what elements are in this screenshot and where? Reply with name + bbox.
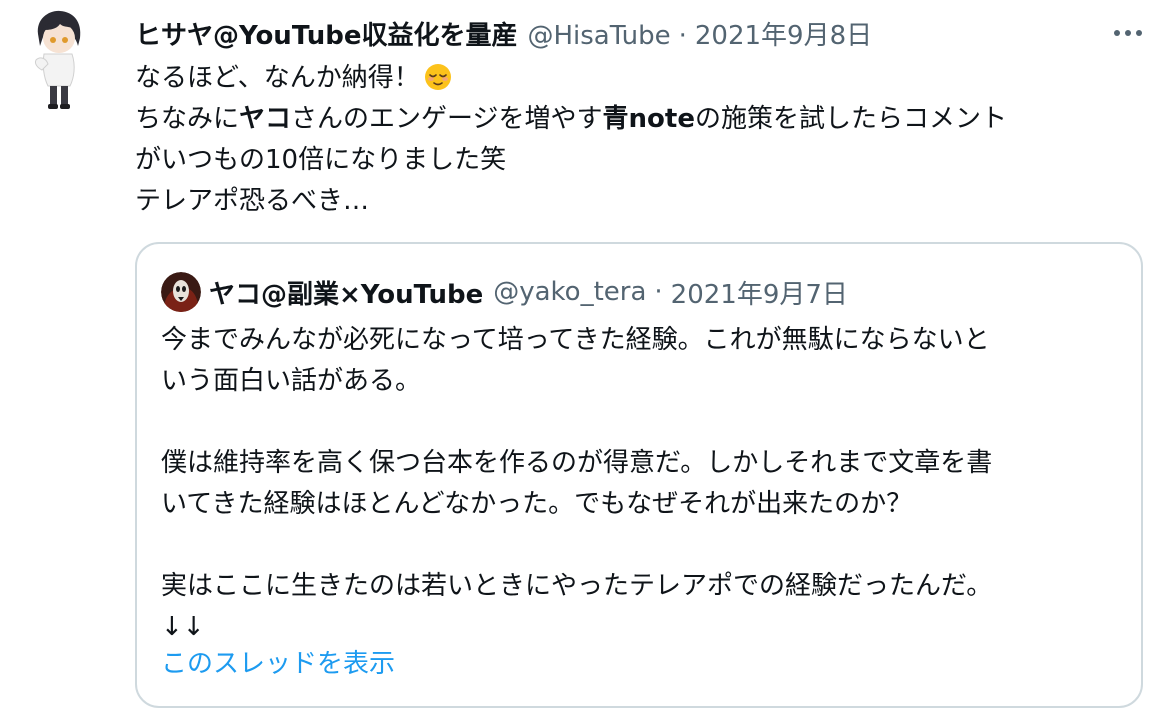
tweet-line-1-text: なるほど、なんか納得！ <box>135 63 420 93</box>
tweet-line-2-part-3: さんのエンゲージを増やす <box>291 104 603 134</box>
quoted-line: ↓↓ <box>161 612 205 642</box>
tweet-line-2: ちなみにヤコさんのエンゲージを増やす青noteの施策を試したらコメント <box>135 99 1145 140</box>
tweet-line-2-part-5: の施策を試したらコメント <box>694 104 1007 134</box>
tweet-line-3: がいつもの10倍になりました笑 <box>135 145 507 175</box>
quoted-line: 今までみんなが必死になって培ってきた経験。これが無駄にならないと <box>161 325 990 355</box>
quoted-author-avatar[interactable] <box>161 272 201 312</box>
quoted-tweet-header: ヤコ@副業×YouTube @yako_tera · 2021年9月7日 <box>161 272 848 312</box>
author-handle[interactable]: @HisaTube <box>527 16 670 56</box>
tweet-line-1: なるほど、なんか納得！ <box>135 58 1145 99</box>
header-separator: · <box>678 21 687 51</box>
tweet-text: なるほど、なんか納得！ ちなみにヤコさんのエンゲージを増やす青noteの施策を試… <box>135 58 1145 222</box>
author-avatar[interactable] <box>30 8 86 114</box>
quoted-tweet-text: 今までみんなが必死になって培ってきた経験。これが無駄にならないと いう面白い話が… <box>161 320 1121 648</box>
tweet[interactable]: ヒサヤ@YouTube収益化を量産 @HisaTube · 2021年9月8日 … <box>0 0 1170 728</box>
author-display-name[interactable]: ヒサヤ@YouTube収益化を量産 <box>135 16 517 56</box>
mention-yako: ヤコ <box>239 104 292 134</box>
quoted-line: 僕は維持率を高く保つ台本を作るのが得意だ。しかしそれまで文章を書 <box>161 448 993 478</box>
quoted-line: いう面白い話がある。 <box>161 366 422 396</box>
quoted-tweet-date: 2021年9月7日 <box>670 279 848 310</box>
quoted-line-blank <box>161 525 1121 566</box>
tweet-line-2-part-1: ちなみに <box>135 104 240 134</box>
tweet-header: ヒサヤ@YouTube収益化を量産 @HisaTube · 2021年9月8日 <box>135 16 872 56</box>
quoted-line: いてきた経験はほとんどなかった。でもなぜそれが出来たのか？ <box>161 489 913 519</box>
quoted-header-separator: · <box>654 277 663 307</box>
more-options-icon[interactable] <box>1110 18 1146 48</box>
quoted-line-blank <box>161 402 1121 443</box>
quoted-author-display-name: ヤコ@副業×YouTube <box>209 279 484 310</box>
quoted-tweet-card[interactable]: ヤコ@副業×YouTube @yako_tera · 2021年9月7日 今まで… <box>135 242 1143 708</box>
tweet-line-4: テレアポ恐るべき… <box>135 186 370 216</box>
relieved-face-emoji-icon <box>424 63 452 91</box>
quoted-author-handle: @yako_tera <box>493 277 647 307</box>
tweet-date[interactable]: 2021年9月8日 <box>695 16 872 56</box>
show-thread-link[interactable]: このスレッドを表示 <box>161 644 395 685</box>
quoted-line: 実はここに生きたのは若いときにやったテレアポでの経験だったんだ。 <box>161 571 993 601</box>
bold-ao-note: 青note <box>602 104 695 134</box>
